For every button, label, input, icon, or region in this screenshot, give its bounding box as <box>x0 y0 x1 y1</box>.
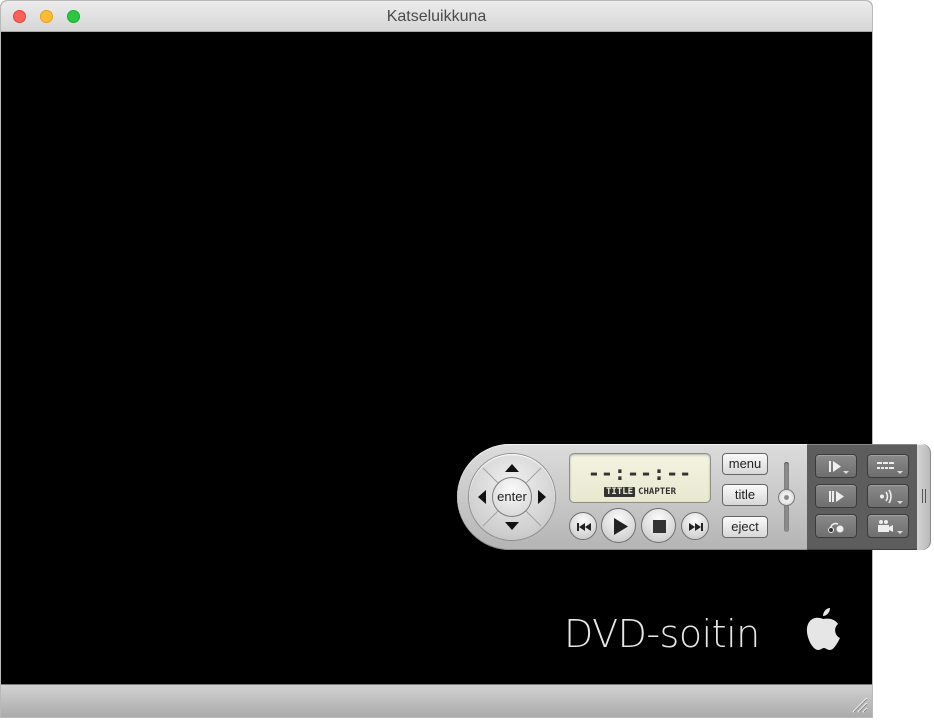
status-bar <box>1 684 872 717</box>
volume-knob[interactable] <box>778 488 795 506</box>
enter-button[interactable]: enter <box>492 477 532 517</box>
left-arrow-icon[interactable] <box>472 487 492 507</box>
extended-controls-panel <box>807 444 917 550</box>
previous-chapter-icon <box>577 523 591 531</box>
return-icon <box>828 522 844 533</box>
audio-track-icon <box>880 489 903 504</box>
stop-icon <box>653 520 666 533</box>
menu-button[interactable]: menu <box>722 453 768 475</box>
navigation-pad: enter <box>469 454 555 540</box>
next-chapter-button[interactable] <box>681 512 709 540</box>
slow-motion-button[interactable] <box>815 454 857 478</box>
camera-angle-icon <box>878 520 903 534</box>
chapter-indicator: CHAPTER <box>638 487 677 497</box>
stop-button[interactable] <box>641 508 676 543</box>
resize-grip-icon[interactable] <box>850 695 868 713</box>
brand-text: DVD-soitin <box>564 612 760 656</box>
time-readout: --:--:-- <box>587 461 693 485</box>
next-chapter-icon <box>689 523 703 531</box>
previous-chapter-button[interactable] <box>569 512 597 540</box>
drawer-grip-icon <box>922 489 926 503</box>
audio-track-button[interactable] <box>867 484 909 508</box>
slow-motion-icon <box>829 461 849 474</box>
title-bar[interactable]: Katseluikkuna <box>1 1 872 32</box>
apple-logo-icon <box>806 608 840 650</box>
down-arrow-icon[interactable] <box>502 516 522 536</box>
play-button[interactable] <box>601 508 636 543</box>
step-frame-button[interactable] <box>815 484 857 508</box>
display-labels: TITLE CHAPTER <box>570 487 710 497</box>
play-icon <box>614 518 628 535</box>
eject-button[interactable]: eject <box>722 516 768 538</box>
camera-angle-button[interactable] <box>867 514 909 538</box>
panel-drawer-handle[interactable] <box>917 444 931 550</box>
right-arrow-icon[interactable] <box>532 487 552 507</box>
step-frame-icon <box>829 491 844 502</box>
window-title: Katseluikkuna <box>386 8 487 25</box>
subtitles-icon <box>877 462 903 474</box>
subtitles-button[interactable] <box>867 454 909 478</box>
up-arrow-icon[interactable] <box>502 458 522 478</box>
viewer-window: Katseluikkuna DVD-soitin <box>1 1 872 717</box>
dvd-controller[interactable]: enter --:--:-- TITLE CHAPTER menu title e… <box>457 444 807 550</box>
title-button[interactable]: title <box>722 484 768 506</box>
title-indicator: TITLE <box>603 487 636 497</box>
return-button[interactable] <box>815 514 857 538</box>
time-display: --:--:-- TITLE CHAPTER <box>569 453 711 503</box>
video-viewer[interactable] <box>1 32 872 684</box>
